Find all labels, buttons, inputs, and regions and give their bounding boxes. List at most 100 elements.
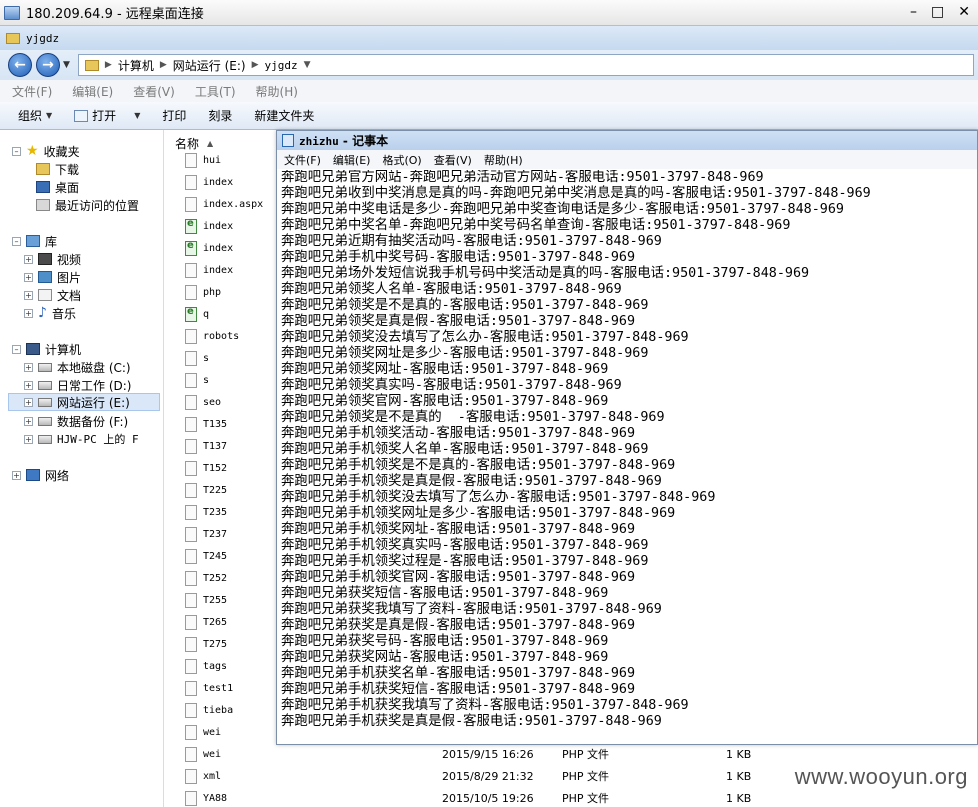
nav-network[interactable]: + 网络 <box>12 466 69 484</box>
notepad-menu-format[interactable]: 格式(O) <box>382 152 421 168</box>
file-row[interactable]: php <box>185 282 221 302</box>
file-row[interactable]: tags <box>185 656 227 676</box>
chevron-right-icon[interactable]: ▶ <box>105 60 112 70</box>
file-row[interactable]: q <box>185 304 209 324</box>
expand-icon[interactable]: + <box>24 434 33 444</box>
expand-icon[interactable]: + <box>24 272 33 282</box>
file-row[interactable]: T255 <box>185 590 227 610</box>
nav-network-drive[interactable]: + HJW-PC 上的 F <box>24 430 139 448</box>
file-row[interactable]: robots <box>185 326 239 346</box>
remote-desktop-title-bar[interactable]: 180.209.64.9 - 远程桌面连接 – □ ✕ <box>0 0 978 26</box>
nav-pictures-label: 图片 <box>57 270 82 285</box>
file-row[interactable]: index <box>185 238 233 258</box>
notepad-window[interactable]: zhizhu - 记事本 文件(F) 编辑(E) 格式(O) 查看(V) 帮助(… <box>276 130 978 745</box>
notepad-menu-view[interactable]: 查看(V) <box>434 152 472 168</box>
file-row[interactable]: s <box>185 370 209 390</box>
file-row[interactable]: index <box>185 172 233 192</box>
explorer-caption[interactable]: yjgdz <box>0 26 978 50</box>
file-row[interactable]: xml <box>185 766 221 786</box>
file-row[interactable]: T135 <box>185 414 227 434</box>
breadcrumb-drive-e[interactable]: 网站运行 (E:) <box>173 57 246 74</box>
file-row[interactable]: T245 <box>185 546 227 566</box>
collapse-icon[interactable]: – <box>12 344 21 354</box>
navigation-pane[interactable]: – ★ 收藏夹 下载 桌面 最近访问的位置 – 库 + 视频 + 图片 + 文档… <box>0 130 164 807</box>
file-row[interactable]: T235 <box>185 502 227 522</box>
organize-button[interactable]: 组织 ▼ <box>18 107 52 124</box>
nav-downloads[interactable]: 下载 <box>36 160 79 178</box>
nav-libraries[interactable]: – 库 <box>12 232 57 250</box>
forward-button[interactable]: → <box>36 53 60 77</box>
chevron-right-icon[interactable]: ▶ <box>160 60 167 70</box>
file-row[interactable]: wei <box>185 722 221 742</box>
file-row[interactable]: seo <box>185 392 221 412</box>
nav-videos[interactable]: + 视频 <box>24 250 81 268</box>
menu-file[interactable]: 文件(F) <box>12 83 52 100</box>
nav-pictures[interactable]: + 图片 <box>24 268 81 286</box>
file-row[interactable]: index <box>185 260 233 280</box>
open-button[interactable]: 打开 ▼ <box>74 107 140 124</box>
breadcrumb-computer[interactable]: 计算机 <box>118 57 154 74</box>
menu-tools[interactable]: 工具(T) <box>195 83 236 100</box>
notepad-menu-edit[interactable]: 编辑(E) <box>333 152 371 168</box>
collapse-icon[interactable]: – <box>12 146 21 156</box>
breadcrumb-folder[interactable]: yjgdz <box>265 59 298 72</box>
close-icon[interactable]: ✕ <box>958 4 970 20</box>
file-row[interactable]: hui <box>185 150 221 170</box>
address-bar[interactable]: ▶ 计算机 ▶ 网站运行 (E:) ▶ yjgdz ▼ <box>77 54 974 76</box>
nav-documents[interactable]: + 文档 <box>24 286 81 304</box>
nav-drive-c[interactable]: + 本地磁盘 (C:) <box>24 358 131 376</box>
nav-favorites[interactable]: – ★ 收藏夹 <box>12 142 80 160</box>
file-row[interactable]: T237 <box>185 524 227 544</box>
text-line: 奔跑吧兄弟获奖号码-客服电话:9501-3797-848-969 <box>281 634 609 649</box>
file-icon <box>185 768 197 784</box>
file-row[interactable]: wei <box>185 744 221 764</box>
maximize-icon[interactable]: □ <box>931 4 944 20</box>
file-row[interactable]: test1 <box>185 678 233 698</box>
expand-icon[interactable]: + <box>24 380 33 390</box>
file-row[interactable]: T252 <box>185 568 227 588</box>
nav-computer[interactable]: – 计算机 <box>12 340 81 358</box>
expand-icon[interactable]: + <box>24 308 33 318</box>
expand-icon[interactable]: + <box>24 362 33 372</box>
burn-button[interactable]: 刻录 <box>208 107 232 124</box>
file-row[interactable]: T152 <box>185 458 227 478</box>
notepad-menu-help[interactable]: 帮助(H) <box>484 152 523 168</box>
expand-icon[interactable]: + <box>24 416 33 426</box>
chevron-down-icon[interactable]: ▼ <box>304 60 311 70</box>
notepad-menu-file[interactable]: 文件(F) <box>284 152 321 168</box>
collapse-icon[interactable]: – <box>12 236 21 246</box>
nav-drive-f[interactable]: + 数据备份 (F:) <box>24 412 128 430</box>
nav-recent[interactable]: 最近访问的位置 <box>36 196 139 214</box>
new-folder-button[interactable]: 新建文件夹 <box>254 107 314 124</box>
file-name: s <box>203 374 210 386</box>
notepad-caption[interactable]: zhizhu - 记事本 <box>277 131 977 150</box>
nav-drive-e[interactable]: + 网站运行 (E:) <box>8 393 160 411</box>
chevron-right-icon[interactable]: ▶ <box>252 60 259 70</box>
back-button[interactable]: ← <box>8 53 32 77</box>
menu-edit[interactable]: 编辑(E) <box>72 83 113 100</box>
text-line: 奔跑吧兄弟获奖我填写了资料-客服电话:9501-3797-848-969 <box>281 602 662 617</box>
chevron-down-icon[interactable]: ▼ <box>63 60 70 70</box>
expand-icon[interactable]: + <box>12 470 21 480</box>
nav-drive-d[interactable]: + 日常工作 (D:) <box>24 376 131 394</box>
expand-icon[interactable]: + <box>24 254 33 264</box>
file-row[interactable]: tieba <box>185 700 233 720</box>
print-button[interactable]: 打印 <box>162 107 186 124</box>
nav-desktop[interactable]: 桌面 <box>36 178 79 196</box>
file-row[interactable]: T275 <box>185 634 227 654</box>
file-row[interactable]: YA88 <box>185 788 227 807</box>
expand-icon[interactable]: + <box>24 397 33 407</box>
menu-view[interactable]: 查看(V) <box>133 83 175 100</box>
file-row[interactable]: s <box>185 348 209 368</box>
chevron-down-icon[interactable]: ▼ <box>134 111 140 120</box>
expand-icon[interactable]: + <box>24 290 33 300</box>
file-row[interactable]: T137 <box>185 436 227 456</box>
file-row[interactable]: index.aspx <box>185 194 263 214</box>
nav-music[interactable]: + ♪ 音乐 <box>24 304 76 322</box>
menu-help[interactable]: 帮助(H) <box>256 83 298 100</box>
file-row[interactable]: index <box>185 216 233 236</box>
minimize-icon[interactable]: – <box>910 4 917 20</box>
notepad-text-area[interactable]: 奔跑吧兄弟官方网站-奔跑吧兄弟活动官方网站-客服电话:9501-3797-848… <box>280 170 977 744</box>
file-row[interactable]: T265 <box>185 612 227 632</box>
file-row[interactable]: T225 <box>185 480 227 500</box>
